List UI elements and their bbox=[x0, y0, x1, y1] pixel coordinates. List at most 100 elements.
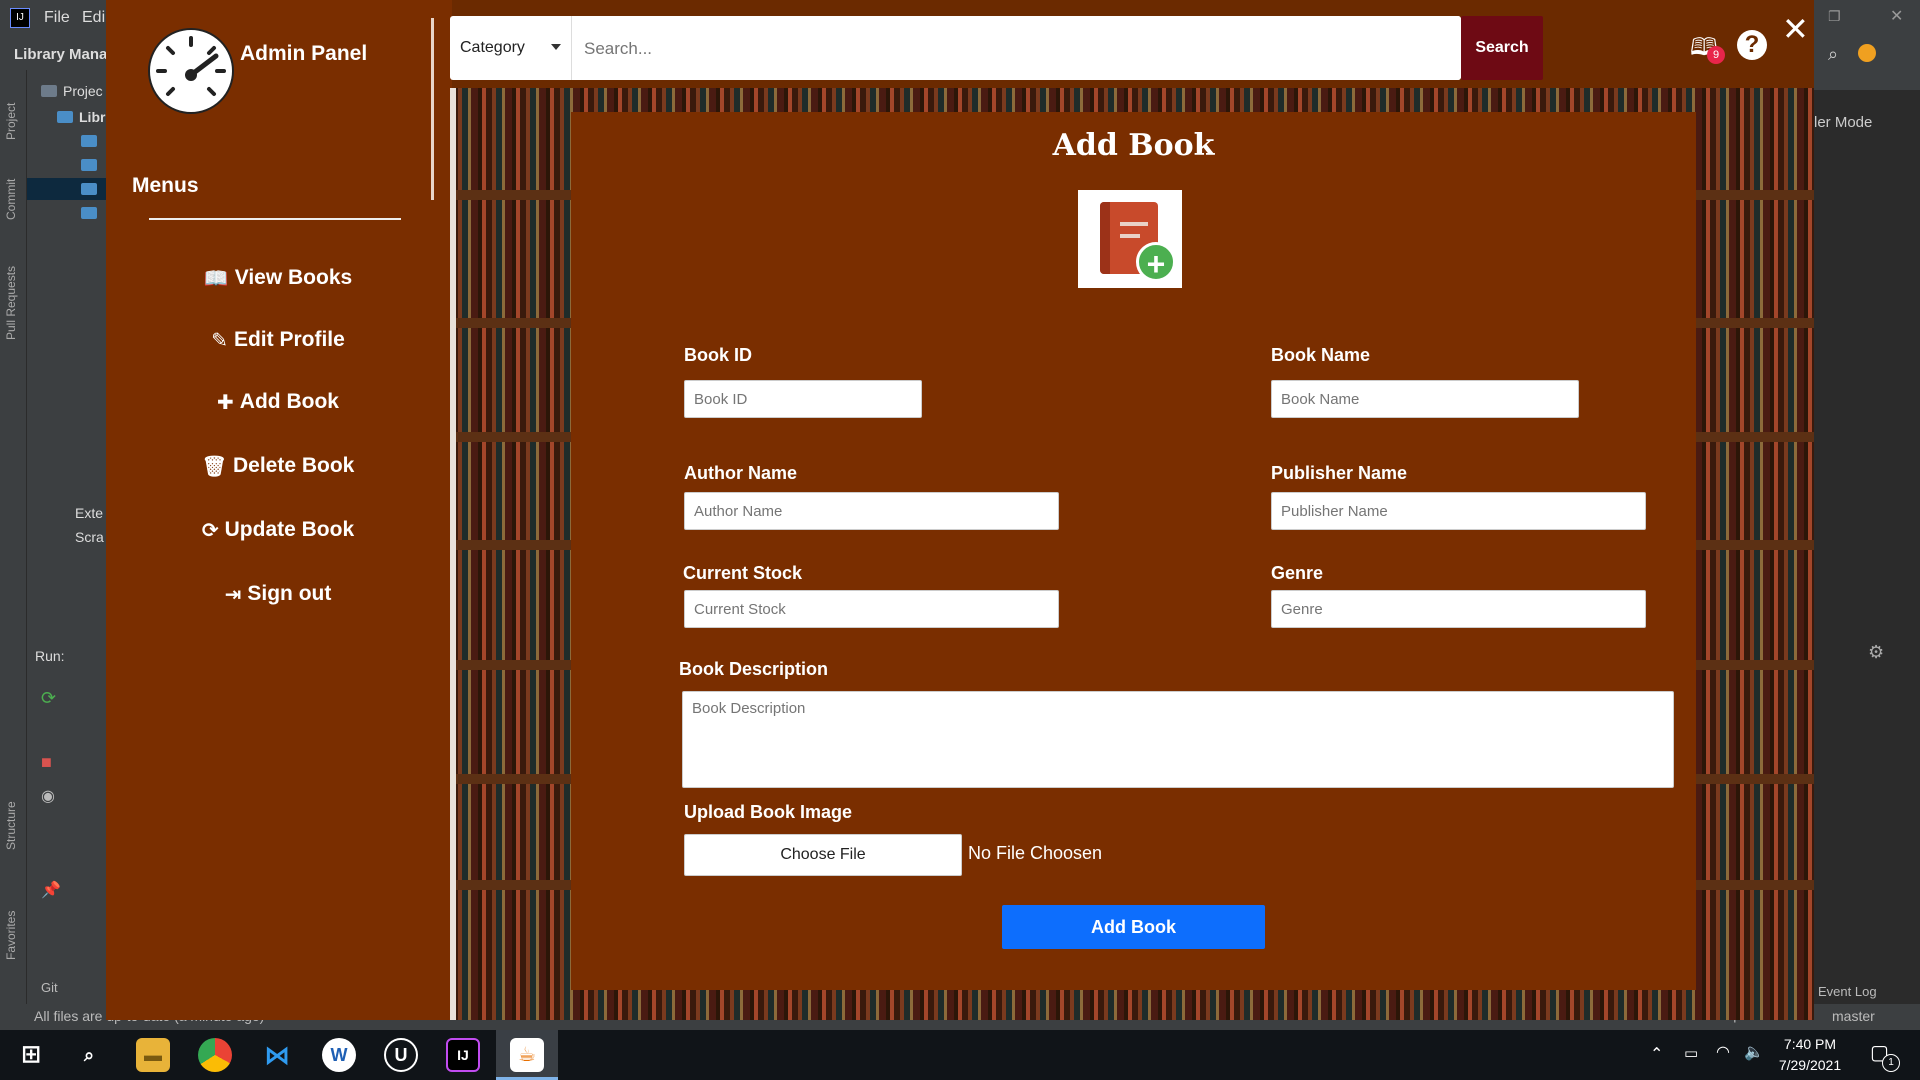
run-label: Run: bbox=[35, 648, 65, 664]
tree-item-scratch[interactable]: Scra bbox=[27, 526, 106, 548]
tree-item-project[interactable]: Projec bbox=[27, 80, 106, 102]
git-branch[interactable]: master bbox=[1832, 1008, 1875, 1024]
folder-icon bbox=[81, 207, 97, 219]
book-description-input[interactable] bbox=[682, 691, 1674, 788]
menus-heading: Menus bbox=[132, 174, 199, 197]
settings-gear-icon[interactable]: ⚙ bbox=[1868, 642, 1884, 663]
book-id-input[interactable] bbox=[684, 380, 922, 418]
menu-delete-book[interactable]: 🗑 Delete Book bbox=[176, 446, 380, 486]
publisher-name-label: Publisher Name bbox=[1271, 463, 1408, 483]
page-title: Add Book bbox=[1052, 128, 1215, 163]
volume-icon[interactable]: 🔈 bbox=[1744, 1042, 1764, 1062]
search-icon[interactable]: ⌕ bbox=[1828, 44, 1838, 65]
rerun-icon[interactable]: ⟳ bbox=[41, 688, 56, 709]
trash-icon: 🗑 bbox=[201, 455, 227, 478]
taskbar: ⊞ ⌕ ▬ ⋈ W U IJ ☕ ⌃ ▭ ◠ 🔈 7:40 PM 7/29/20… bbox=[0, 1030, 1920, 1080]
tree-item-external[interactable]: Exte bbox=[27, 502, 106, 524]
update-icon[interactable] bbox=[1858, 44, 1876, 62]
folder-icon bbox=[81, 135, 97, 147]
event-log-label[interactable]: Event Log bbox=[1818, 984, 1877, 999]
menu-update-book[interactable]: ⟳ Update Book bbox=[176, 510, 380, 550]
author-name-label: Author Name bbox=[684, 463, 798, 483]
edit-icon: ✎ bbox=[211, 329, 228, 352]
ide-close-icon[interactable]: ✕ bbox=[1890, 6, 1903, 26]
file-explorer-icon[interactable]: ▬ bbox=[136, 1038, 170, 1072]
strip-label-project[interactable]: Project bbox=[4, 103, 18, 140]
intellij-icon[interactable]: IJ bbox=[446, 1038, 480, 1072]
wifi-icon[interactable]: ◠ bbox=[1716, 1042, 1730, 1062]
genre-label: Genre bbox=[1271, 563, 1324, 583]
battery-icon[interactable]: ▭ bbox=[1684, 1044, 1698, 1062]
tree-item[interactable] bbox=[27, 130, 106, 152]
java-icon[interactable]: ☕ bbox=[510, 1038, 544, 1072]
restore-window-icon[interactable]: ❐ bbox=[1828, 8, 1841, 25]
ide-menu-edit[interactable]: Edi bbox=[82, 9, 105, 27]
ide-menubar: IJ File Edi bbox=[0, 0, 106, 36]
search-icon[interactable]: ⌕ bbox=[72, 1038, 106, 1072]
menu-sign-out[interactable]: ⇥ Sign out bbox=[176, 574, 380, 614]
help-icon[interactable]: ? bbox=[1737, 30, 1767, 60]
strip-label-favorites[interactable]: Favorites bbox=[4, 911, 18, 960]
book-name-input[interactable] bbox=[1271, 380, 1579, 418]
search-bar: Category bbox=[450, 16, 1461, 80]
intellij-logo-icon: IJ bbox=[10, 8, 30, 28]
search-button[interactable]: Search bbox=[1461, 16, 1543, 80]
ide-left-panel: IJ File Edi Library Mana Project Commit … bbox=[0, 0, 107, 1030]
tree-item-root[interactable]: Libr bbox=[27, 106, 106, 128]
panel-edge bbox=[450, 88, 456, 1020]
folder-icon bbox=[81, 183, 97, 195]
add-book-button[interactable]: Add Book bbox=[1002, 905, 1265, 949]
camera-icon[interactable]: ◉ bbox=[41, 786, 55, 806]
choose-file-button[interactable]: Choose File bbox=[684, 834, 962, 876]
pin-icon[interactable]: 📌 bbox=[41, 880, 61, 900]
book-id-label: Book ID bbox=[684, 345, 753, 365]
app-w-icon[interactable]: W bbox=[322, 1038, 356, 1072]
ide-menu-file[interactable]: File bbox=[44, 9, 70, 27]
tree-item[interactable] bbox=[27, 202, 106, 224]
tree-item-selected[interactable] bbox=[27, 178, 106, 200]
menu-edit-profile[interactable]: ✎ Edit Profile bbox=[176, 320, 380, 360]
windows-start-icon[interactable]: ⊞ bbox=[14, 1038, 48, 1072]
author-name-input[interactable] bbox=[684, 492, 1059, 530]
menu-add-book-label: Add Book bbox=[239, 390, 339, 413]
search-input[interactable] bbox=[574, 16, 1461, 80]
sidebar-divider bbox=[431, 18, 434, 200]
current-stock-input[interactable] bbox=[684, 590, 1059, 628]
tray-chevron-icon[interactable]: ⌃ bbox=[1650, 1044, 1663, 1064]
action-center-count: 1 bbox=[1882, 1054, 1900, 1072]
plus-icon: ✚ bbox=[217, 391, 234, 414]
book-description-label: Book Description bbox=[679, 659, 829, 679]
ide-right-panel: ⌕ ❐ ✕ ler Mode ⚙ Event Log bbox=[1814, 0, 1920, 1030]
menu-add-book[interactable]: ✚ Add Book bbox=[176, 382, 380, 422]
book-spine bbox=[1100, 202, 1110, 274]
file-status-text: No File Choosen bbox=[968, 843, 1103, 863]
ide-project-tree: Projec Libr Exte Scra bbox=[27, 70, 106, 630]
unreal-icon[interactable]: U bbox=[384, 1038, 418, 1072]
clock-time: 7:40 PM bbox=[1783, 1036, 1837, 1052]
book-name-label: Book Name bbox=[1271, 345, 1371, 365]
taskbar-clock[interactable]: 7:40 PM 7/29/2021 bbox=[1765, 1034, 1855, 1076]
folder-icon bbox=[41, 85, 57, 97]
git-label[interactable]: Git bbox=[41, 980, 58, 995]
menu-view-books[interactable]: 📖 View Books bbox=[176, 258, 380, 298]
strip-label-commit[interactable]: Commit bbox=[4, 179, 18, 220]
vscode-icon[interactable]: ⋈ bbox=[260, 1038, 294, 1072]
add-book-image: + bbox=[1078, 190, 1182, 288]
close-icon[interactable]: ✕ bbox=[1782, 10, 1809, 48]
upload-image-label: Upload Book Image bbox=[684, 802, 853, 822]
category-dropdown[interactable]: Category bbox=[450, 16, 572, 80]
ide-mode-label: ler Mode bbox=[1814, 114, 1873, 131]
stop-icon[interactable]: ■ bbox=[41, 752, 52, 773]
genre-input[interactable] bbox=[1271, 590, 1646, 628]
publisher-name-input[interactable] bbox=[1271, 492, 1646, 530]
strip-label-pull-requests[interactable]: Pull Requests bbox=[4, 266, 18, 340]
tree-item[interactable] bbox=[27, 154, 106, 176]
book-line bbox=[1120, 234, 1140, 238]
strip-label-structure[interactable]: Structure bbox=[4, 801, 18, 850]
refresh-icon: ⟳ bbox=[201, 519, 219, 542]
chrome-icon[interactable] bbox=[198, 1038, 232, 1072]
admin-panel-title: Admin Panel bbox=[240, 42, 368, 65]
clock-date: 7/29/2021 bbox=[1778, 1057, 1842, 1073]
menu-delete-book-label: Delete Book bbox=[233, 454, 355, 477]
dashboard-gauge-icon bbox=[148, 28, 234, 114]
